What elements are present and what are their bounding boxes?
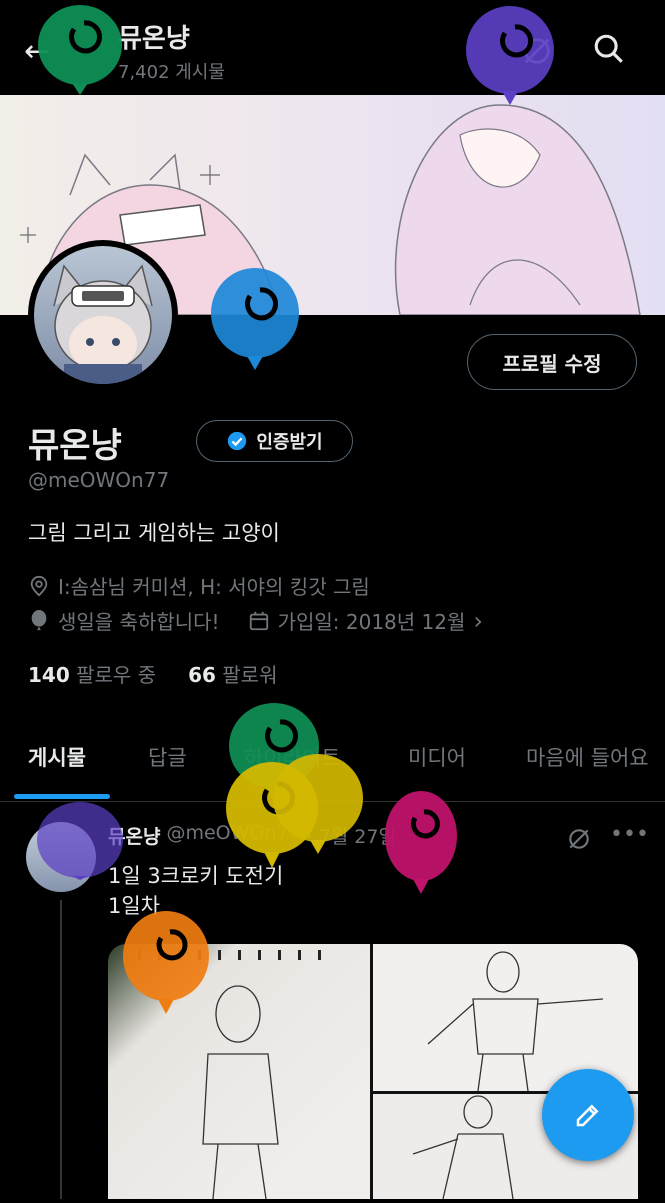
get-verified-label: 인증받기: [256, 432, 323, 453]
location-text: I:솜삼님 커미션, H: 서야의 킹갓 그림: [58, 575, 370, 599]
balloon-decoration-yellow-2: [273, 754, 363, 854]
following-label: 팔로우 중: [76, 663, 157, 687]
avatar-illustration: [53, 264, 153, 384]
get-verified-button[interactable]: 인증받기: [196, 420, 353, 462]
search-icon[interactable]: [592, 32, 626, 66]
profile-handle: @meOWOn77: [28, 468, 170, 492]
follow-stats: 140 팔로우 중 66 팔로워: [28, 659, 277, 688]
balloon-decoration-blue: [211, 268, 299, 370]
location-row: I:솜삼님 커미션, H: 서야의 킹갓 그림: [28, 571, 370, 600]
joined-date-text: 가입일: 2018년 12월: [277, 610, 466, 634]
active-tab-indicator: [14, 794, 110, 799]
chevron-right-icon[interactable]: ›: [473, 607, 483, 635]
thread-line: [60, 900, 62, 1199]
more-options-icon[interactable]: •••: [610, 822, 649, 847]
header-title: 뮤온냥: [118, 24, 190, 54]
location-pin-icon: [30, 575, 48, 596]
tab-posts[interactable]: 게시물: [28, 742, 86, 772]
birthday-text: 생일을 축하합니다!: [58, 610, 220, 634]
calendar-icon: [249, 611, 268, 630]
following-count: 140: [28, 663, 70, 687]
balloon-decoration-orange: [123, 911, 209, 1014]
tab-media[interactable]: 미디어: [408, 742, 466, 772]
profile-bio: 그림 그리고 게임하는 고양이: [28, 521, 280, 545]
grok-icon[interactable]: [566, 826, 592, 852]
tab-replies[interactable]: 답글: [148, 742, 187, 772]
profile-avatar[interactable]: [34, 246, 172, 384]
followers-count: 66: [188, 663, 216, 687]
balloon-decoration-purple: [466, 6, 554, 105]
sketch-figure-2: [427, 951, 604, 1092]
header-post-count: 7,402 게시물: [118, 62, 225, 83]
compose-pen-icon: [576, 1104, 599, 1127]
followers-label: 팔로워: [222, 663, 278, 687]
balloon-icon: [31, 609, 47, 630]
following-link[interactable]: 140 팔로우 중: [28, 659, 156, 688]
balloon-decoration-purple-2: [37, 802, 123, 880]
compose-button[interactable]: [542, 1069, 634, 1161]
display-name: 뮤온냥: [28, 426, 122, 466]
verified-badge-icon: [228, 431, 247, 451]
edit-profile-button[interactable]: 프로필 수정: [467, 334, 637, 390]
balloon-decoration-green: [38, 5, 122, 95]
birthday-joined-row: 생일을 축하합니다! 가입일: 2018년 12월 ›: [28, 606, 483, 635]
tweet-image-2[interactable]: [373, 944, 638, 1092]
followers-link[interactable]: 66 팔로워: [188, 659, 277, 688]
tab-likes[interactable]: 마음에 들어요: [526, 742, 649, 772]
balloon-decoration-magenta: [385, 791, 457, 894]
